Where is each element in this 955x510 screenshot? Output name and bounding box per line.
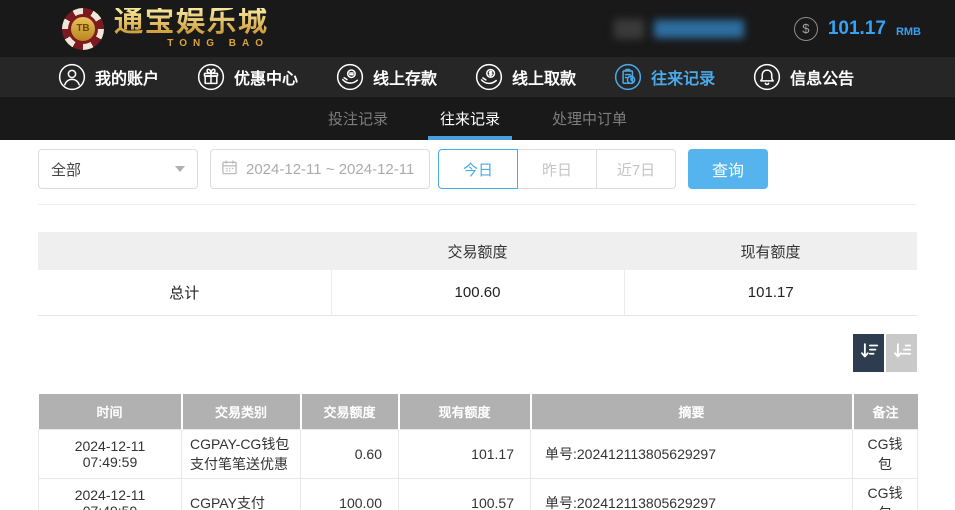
col-header-summary: 摘要	[530, 393, 854, 430]
nav-item-my-account[interactable]: 我的账户	[58, 63, 159, 91]
cell-note: CG钱包	[852, 478, 918, 510]
nav-item-transactions[interactable]: 往来记录	[614, 63, 715, 91]
site-logo[interactable]: TB 通宝娱乐城 TONG BAO	[62, 6, 270, 50]
sort-descending-icon	[858, 340, 880, 365]
records-header-row: 时间 交易类别 交易额度 现有额度 摘要 备注	[38, 393, 918, 430]
top-header: TB 通宝娱乐城 TONG BAO $ 101.17 RMB	[0, 0, 955, 57]
deposit-coins-icon	[336, 63, 364, 91]
cell-type: CGPAY-CG钱包支付笔笔送优惠	[181, 429, 301, 479]
cell-note: CG钱包	[852, 429, 918, 479]
wallet-icon[interactable]: $	[793, 16, 818, 41]
yesterday-button[interactable]: 昨日	[517, 149, 597, 189]
main-nav: 我的账户 优惠中心 线上存款 线上取款 往来记录 信息公告	[0, 57, 955, 97]
calendar-icon	[221, 159, 238, 180]
account-area: $ 101.17 RMB	[613, 0, 921, 57]
chip-monogram: TB	[71, 16, 95, 41]
masked-username	[653, 19, 744, 38]
sort-descending-button[interactable]	[853, 333, 884, 372]
records-clipboard-icon	[614, 63, 642, 91]
last7days-button[interactable]: 近7日	[596, 149, 676, 189]
cell-balance: 100.57	[398, 478, 531, 510]
logo-title: 通宝娱乐城	[114, 6, 270, 38]
type-select-value: 全部	[51, 161, 82, 179]
nav-item-withdraw[interactable]: 线上取款	[475, 63, 576, 91]
col-header-balance: 现有额度	[398, 393, 532, 430]
bell-icon	[753, 63, 781, 91]
cell-type: CGPAY支付	[181, 478, 301, 510]
cell-balance: 101.17	[398, 429, 531, 479]
col-header-amount: 交易额度	[300, 393, 400, 430]
search-button[interactable]: 查询	[688, 149, 768, 189]
col-header-type: 交易类别	[181, 393, 302, 430]
cell-summary: 单号:202412113805629297	[530, 429, 853, 479]
date-range-input[interactable]: 2024-12-11 ~ 2024-12-11	[210, 149, 430, 189]
records-table: 时间 交易类别 交易额度 现有额度 摘要 备注 2024-12-11 07:49…	[38, 393, 918, 510]
summary-header-row: 交易额度 现有额度	[38, 232, 917, 270]
sort-ascending-button[interactable]	[886, 333, 917, 372]
cell-amount: 0.60	[300, 429, 399, 479]
tab-pending-orders[interactable]: 处理中订单	[548, 97, 631, 140]
summary-total-label: 总计	[38, 270, 331, 316]
tab-bet-records[interactable]: 投注记录	[324, 97, 392, 140]
summary-total-row: 总计 100.60 101.17	[38, 270, 917, 316]
cell-summary: 单号:202412113805629297	[530, 478, 853, 510]
balance-amount: 101.17	[827, 17, 886, 39]
summary-header-transaction-amount: 交易额度	[331, 232, 624, 270]
today-button[interactable]: 今日	[438, 149, 518, 189]
masked-avatar	[613, 18, 644, 39]
cell-amount: 100.00	[300, 478, 399, 510]
filter-divider	[38, 204, 917, 205]
type-select[interactable]: 全部	[38, 149, 198, 189]
col-header-time: 时间	[38, 393, 183, 430]
col-header-note: 备注	[852, 393, 918, 430]
record-subtabs: 投注记录 往来记录 处理中订单	[0, 97, 955, 140]
nav-item-deposit[interactable]: 线上存款	[336, 63, 437, 91]
balance-currency: RMB	[895, 25, 921, 38]
quick-date-group: 今日 昨日 近7日	[438, 149, 676, 189]
summary-total-current-balance: 101.17	[623, 270, 917, 316]
gift-icon	[197, 63, 225, 91]
summary-total-transaction-amount: 100.60	[330, 270, 624, 316]
cell-time: 2024-12-11 07:49:59	[38, 478, 182, 510]
summary-header-spacer	[38, 232, 331, 270]
tab-transaction-records[interactable]: 往来记录	[427, 97, 513, 140]
table-row: 2024-12-11 07:49:59 CGPAY-CG钱包支付笔笔送优惠 0.…	[38, 429, 918, 479]
sort-ascending-icon	[891, 340, 913, 365]
filter-row: 全部 2024-12-11 ~ 2024-12-11 今日 昨日 近7日 查询	[38, 149, 917, 189]
user-icon	[58, 63, 86, 91]
table-row: 2024-12-11 07:49:59 CGPAY支付 100.00 100.5…	[38, 478, 918, 510]
date-range-value: 2024-12-11 ~ 2024-12-11	[246, 160, 415, 178]
casino-chip-icon: TB	[62, 7, 104, 50]
withdraw-money-icon	[475, 63, 503, 91]
summary-header-current-balance: 现有额度	[624, 232, 917, 270]
nav-item-announcements[interactable]: 信息公告	[753, 63, 854, 91]
sort-controls	[38, 333, 917, 372]
summary-table: 交易额度 现有额度 总计 100.60 101.17	[38, 232, 917, 316]
nav-item-promotions[interactable]: 优惠中心	[197, 63, 298, 91]
cell-time: 2024-12-11 07:49:59	[38, 429, 182, 479]
logo-subtitle: TONG BAO	[167, 38, 270, 49]
chevron-down-icon	[175, 166, 185, 172]
